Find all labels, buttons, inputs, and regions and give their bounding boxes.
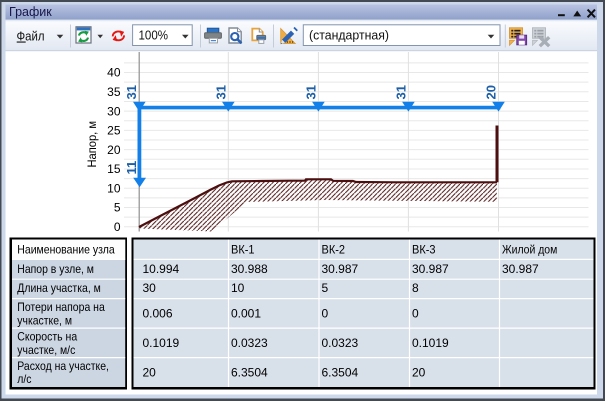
svg-text:10.994: 10.994 <box>143 262 180 276</box>
svg-text:30.987: 30.987 <box>322 262 359 276</box>
svg-text:31: 31 <box>213 85 228 99</box>
svg-text:20: 20 <box>107 143 121 157</box>
svg-text:30: 30 <box>107 104 121 118</box>
svg-text:31: 31 <box>393 85 408 99</box>
svg-text:30.988: 30.988 <box>231 262 268 276</box>
svg-text:ВК-1: ВК-1 <box>231 243 255 257</box>
svg-text:0: 0 <box>114 220 121 234</box>
svg-text:0.006: 0.006 <box>143 307 173 321</box>
svg-text:6.3504: 6.3504 <box>322 365 359 379</box>
svg-text:ВК-3: ВК-3 <box>412 243 436 257</box>
svg-text:40: 40 <box>107 66 121 80</box>
svg-text:15: 15 <box>107 162 121 176</box>
svg-text:учкастке, м: учкастке, м <box>17 314 72 328</box>
svg-text:31: 31 <box>124 85 139 99</box>
svg-text:0.0323: 0.0323 <box>231 336 268 350</box>
svg-text:Потери напора на: Потери напора на <box>17 300 105 314</box>
svg-text:20: 20 <box>412 365 426 379</box>
svg-text:0.1019: 0.1019 <box>412 336 449 350</box>
svg-text:График: График <box>9 5 52 19</box>
svg-text:Скорость на: Скорость на <box>17 330 77 344</box>
svg-text:Напор, м: Напор, м <box>85 121 99 168</box>
svg-text:Длина участка, м: Длина участка, м <box>17 281 101 295</box>
svg-text:30: 30 <box>143 281 157 295</box>
svg-text:Файл: Файл <box>17 29 45 43</box>
svg-text:ВК-2: ВК-2 <box>322 243 346 257</box>
svg-text:Наименование узла: Наименование узла <box>17 243 115 257</box>
svg-text:8: 8 <box>412 281 419 295</box>
svg-text:Напор в узле, м: Напор в узле, м <box>17 262 94 276</box>
svg-text:Жилой дом: Жилой дом <box>502 243 557 257</box>
svg-text:31: 31 <box>303 85 318 99</box>
svg-text:л/с: л/с <box>17 372 31 386</box>
svg-text:20: 20 <box>143 365 157 379</box>
svg-text:Расход на участке,: Расход на участке, <box>17 359 109 373</box>
svg-text:10: 10 <box>107 181 121 195</box>
svg-text:0.001: 0.001 <box>231 307 261 321</box>
svg-text:10: 10 <box>231 281 245 295</box>
svg-text:5: 5 <box>322 281 329 295</box>
svg-text:(стандартная): (стандартная) <box>309 28 389 43</box>
svg-text:35: 35 <box>107 85 121 99</box>
svg-text:25: 25 <box>107 124 121 138</box>
svg-text:100%: 100% <box>139 28 169 43</box>
svg-text:30.987: 30.987 <box>412 262 449 276</box>
svg-text:0: 0 <box>322 307 329 321</box>
svg-text:11: 11 <box>124 161 139 175</box>
svg-text:0: 0 <box>412 307 419 321</box>
svg-text:5: 5 <box>114 201 121 215</box>
svg-text:участке, м/с: участке, м/с <box>17 343 75 357</box>
svg-text:20: 20 <box>484 85 499 99</box>
svg-text:0.0323: 0.0323 <box>322 336 359 350</box>
svg-text:6.3504: 6.3504 <box>231 365 268 379</box>
svg-text:0.1019: 0.1019 <box>143 336 180 350</box>
svg-text:30.987: 30.987 <box>502 262 539 276</box>
